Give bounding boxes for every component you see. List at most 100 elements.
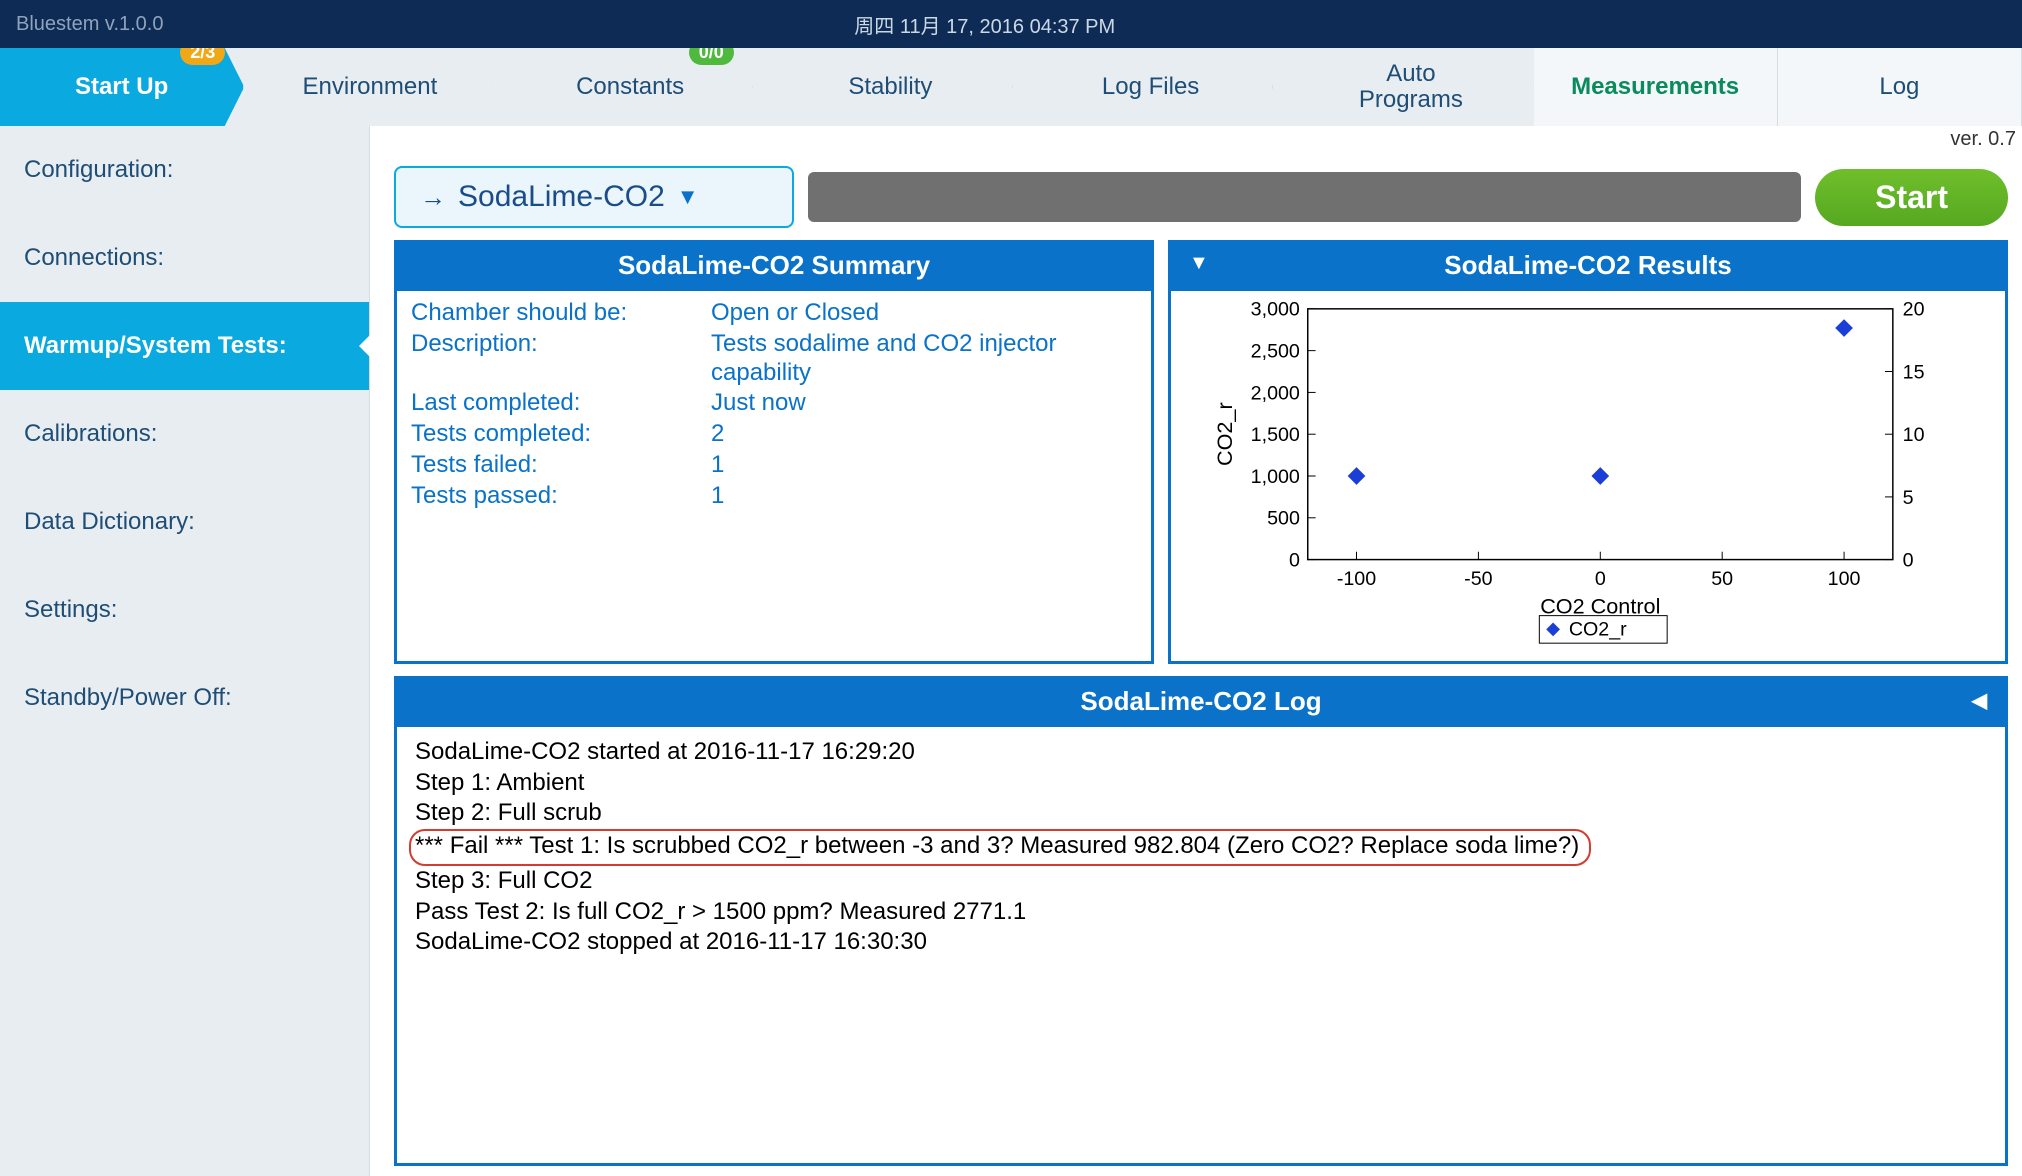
tab-stability-label: Stability	[848, 73, 932, 101]
content: ver. 0.7 → SodaLime-CO2 ▼ Start SodaLime-…	[370, 126, 2022, 1176]
log-line-fail: *** Fail *** Test 1: Is scrubbed CO2_r b…	[409, 829, 1591, 866]
panels: SodaLime-CO2 Summary Chamber should be: …	[394, 240, 2008, 664]
log-panel: SodaLime-CO2 Log ◀ SodaLime-CO2 started …	[394, 676, 2008, 1166]
sidebar-item-connections[interactable]: Connections:	[0, 214, 369, 302]
sidebar-item-label: Configuration:	[24, 156, 173, 183]
tab-environment[interactable]: Environment	[228, 48, 492, 126]
svg-text:0: 0	[1289, 549, 1300, 571]
svg-text:10: 10	[1903, 424, 1925, 446]
tab-log-label: Log	[1879, 73, 1919, 101]
log-line: SodaLime-CO2 started at 2016-11-17 16:29…	[415, 737, 1987, 768]
svg-text:CO2_r: CO2_r	[1569, 618, 1627, 640]
tab-autoprograms[interactable]: Auto Programs	[1269, 48, 1533, 126]
tab-constants-label: Constants	[576, 73, 684, 101]
svg-text:5: 5	[1903, 487, 1914, 509]
summary-k-chamber: Chamber should be:	[411, 299, 711, 328]
tab-logfiles-label: Log Files	[1102, 73, 1199, 101]
tab-stability[interactable]: Stability	[749, 48, 1013, 126]
summary-body: Chamber should be: Open or Closed Descri…	[397, 291, 1151, 529]
sidebar-item-standby-poweroff[interactable]: Standby/Power Off:	[0, 654, 369, 742]
sidebar-item-label: Connections:	[24, 244, 164, 271]
results-chart: 05001,0001,5002,0002,5003,00005101520-10…	[1171, 291, 2005, 661]
log-header-label: SodaLime-CO2 Log	[1080, 686, 1321, 716]
sidebar-item-label: Data Dictionary:	[24, 508, 195, 535]
svg-text:100: 100	[1828, 568, 1861, 590]
summary-v-last: Just now	[711, 389, 1137, 418]
results-header-label: SodaLime-CO2 Results	[1444, 250, 1732, 280]
arrow-right-icon: →	[420, 182, 446, 213]
start-button[interactable]: Start	[1815, 169, 2008, 226]
summary-header: SodaLime-CO2 Summary	[397, 240, 1151, 291]
navbar: Start Up 2/3 Environment Constants 0/0 S…	[0, 48, 2022, 126]
results-panel: ▼ SodaLime-CO2 Results 05001,0001,5002,0…	[1168, 240, 2008, 664]
topbar: Bluestem v.1.0.0 周四 11月 17, 2016 04:37 P…	[0, 0, 2022, 48]
start-button-label: Start	[1875, 179, 1948, 215]
log-line: Pass Test 2: Is full CO2_r > 1500 ppm? M…	[415, 897, 1987, 928]
svg-text:2,000: 2,000	[1251, 382, 1300, 404]
sidebar-item-calibrations[interactable]: Calibrations:	[0, 390, 369, 478]
sidebar-item-label: Standby/Power Off:	[24, 684, 232, 711]
summary-k-desc: Description:	[411, 330, 711, 388]
summary-v-desc: Tests sodalime and CO2 injector capabili…	[711, 330, 1137, 388]
sidebar-item-label: Settings:	[24, 596, 117, 623]
svg-text:2,500: 2,500	[1251, 341, 1300, 363]
summary-header-label: SodaLime-CO2 Summary	[618, 250, 930, 280]
tab-environment-label: Environment	[303, 73, 438, 101]
svg-text:0: 0	[1903, 549, 1914, 571]
log-header[interactable]: SodaLime-CO2 Log ◀	[397, 676, 2005, 727]
svg-text:500: 500	[1267, 508, 1300, 530]
summary-v-chamber: Open or Closed	[711, 299, 1137, 328]
sidebar-item-warmup-system-tests[interactable]: Warmup/System Tests:	[0, 302, 369, 390]
sidebar-item-label: Warmup/System Tests:	[24, 332, 287, 359]
summary-k-tf: Tests failed:	[411, 451, 711, 480]
toprow: → SodaLime-CO2 ▼ Start	[394, 166, 2008, 228]
summary-v-tp: 1	[711, 482, 1137, 511]
summary-panel: SodaLime-CO2 Summary Chamber should be: …	[394, 240, 1154, 664]
svg-text:15: 15	[1903, 361, 1925, 383]
tab-measurements-label: Measurements	[1571, 73, 1739, 101]
log-line: Step 1: Ambient	[415, 768, 1987, 799]
summary-k-tp: Tests passed:	[411, 482, 711, 511]
svg-text:1,000: 1,000	[1251, 466, 1300, 488]
caret-down-icon: ▼	[677, 184, 699, 210]
log-line: Step 2: Full scrub	[415, 798, 1987, 829]
clock: 周四 11月 17, 2016 04:37 PM	[163, 10, 1806, 39]
test-select[interactable]: → SodaLime-CO2 ▼	[394, 166, 794, 228]
tab-logfiles[interactable]: Log Files	[1009, 48, 1273, 126]
tab-startup-label: Start Up	[75, 73, 168, 101]
log-line: Step 3: Full CO2	[415, 866, 1987, 897]
caret-right-icon: ◀	[1972, 688, 1987, 713]
main: Configuration: Connections: Warmup/Syste…	[0, 126, 2022, 1176]
sidebar: Configuration: Connections: Warmup/Syste…	[0, 126, 370, 1176]
sidebar-item-label: Calibrations:	[24, 420, 157, 447]
summary-k-tc: Tests completed:	[411, 420, 711, 449]
sidebar-item-data-dictionary[interactable]: Data Dictionary:	[0, 478, 369, 566]
test-select-label: SodaLime-CO2	[458, 180, 665, 214]
progress-bar	[808, 172, 1801, 222]
log-body: SodaLime-CO2 started at 2016-11-17 16:29…	[397, 727, 2005, 968]
summary-k-last: Last completed:	[411, 389, 711, 418]
summary-v-tf: 1	[711, 451, 1137, 480]
results-header[interactable]: ▼ SodaLime-CO2 Results	[1171, 240, 2005, 291]
tab-autoprograms-l2: Programs	[1359, 86, 1463, 113]
tab-measurements[interactable]: Measurements	[1534, 48, 1778, 126]
svg-text:20: 20	[1903, 299, 1925, 321]
sidebar-item-configuration[interactable]: Configuration:	[0, 126, 369, 214]
tab-autoprograms-l1: Auto	[1386, 60, 1435, 87]
caret-down-icon: ▼	[1189, 252, 1209, 275]
tab-log[interactable]: Log	[1778, 48, 2022, 126]
svg-text:CO2_r: CO2_r	[1212, 402, 1237, 466]
app-title: Bluestem v.1.0.0	[16, 13, 163, 36]
svg-text:CO2 Control: CO2 Control	[1540, 594, 1660, 619]
version-label: ver. 0.7	[1950, 128, 2016, 151]
sidebar-item-settings[interactable]: Settings:	[0, 566, 369, 654]
svg-text:-50: -50	[1464, 568, 1492, 590]
svg-text:50: 50	[1711, 568, 1733, 590]
svg-text:-100: -100	[1337, 568, 1376, 590]
tab-startup[interactable]: Start Up 2/3	[0, 48, 244, 126]
log-line: SodaLime-CO2 stopped at 2016-11-17 16:30…	[415, 927, 1987, 958]
svg-text:1,500: 1,500	[1251, 424, 1300, 446]
svg-text:0: 0	[1595, 568, 1606, 590]
summary-v-tc: 2	[711, 420, 1137, 449]
tab-constants[interactable]: Constants 0/0	[489, 48, 753, 126]
